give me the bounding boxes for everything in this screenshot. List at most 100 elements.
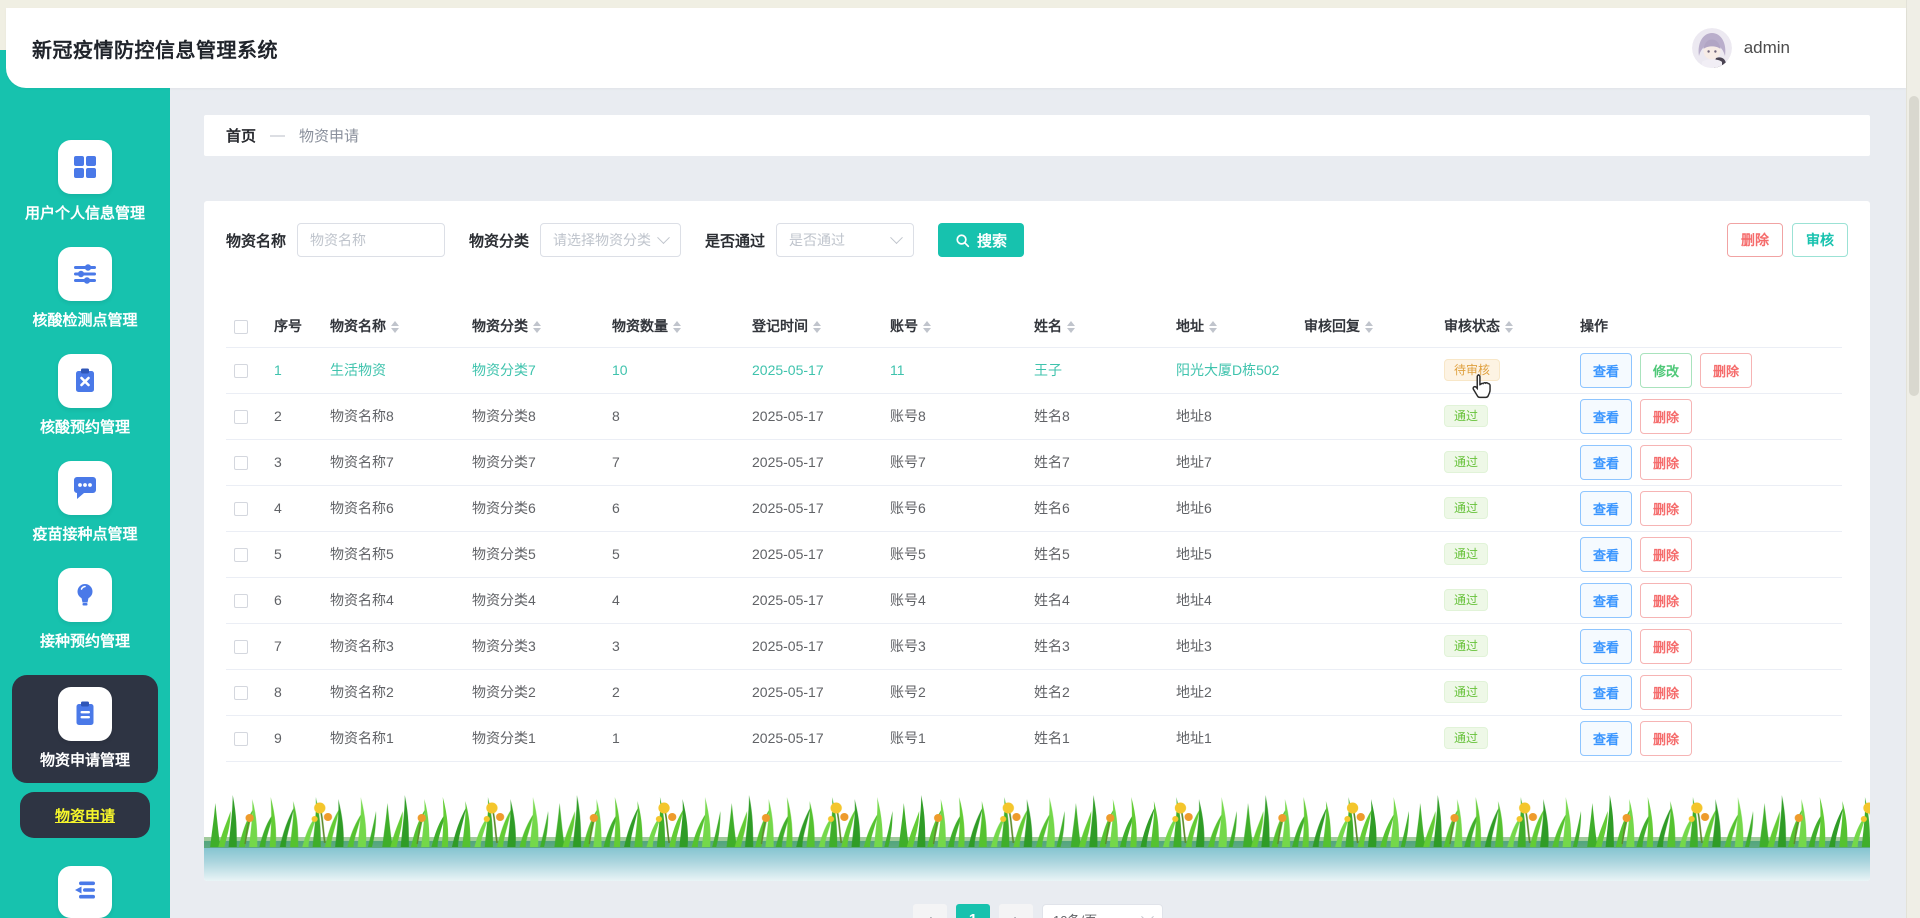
status-badge[interactable]: 通过 (1444, 589, 1489, 611)
user-area[interactable]: admin (1691, 28, 1790, 68)
row-checkbox[interactable] (234, 594, 248, 609)
sidebar-item-5[interactable]: 物资申请管理 (12, 675, 158, 783)
sidebar-item-4[interactable]: 接种预约管理 (12, 568, 158, 651)
cell-index: 8 (274, 684, 282, 700)
cell-date: 2025-05-17 (752, 684, 824, 700)
cell-reply (1296, 669, 1436, 715)
cell-reply (1296, 485, 1436, 531)
row-checkbox[interactable] (234, 732, 248, 747)
view-button[interactable]: 查看 (1580, 674, 1633, 710)
sort-carets-icon[interactable] (1365, 321, 1375, 334)
view-button[interactable]: 查看 (1580, 490, 1633, 526)
sort-carets-icon[interactable] (391, 321, 401, 334)
status-badge[interactable]: 通过 (1444, 497, 1489, 519)
view-button[interactable]: 查看 (1580, 582, 1633, 618)
bulk-delete-button[interactable]: 删除 (1727, 223, 1783, 257)
submenu-label: 物资申请 (54, 807, 115, 825)
view-button[interactable]: 查看 (1580, 628, 1633, 664)
category-select[interactable]: 请选择物资分类 (540, 223, 682, 257)
sort-carets-icon[interactable] (533, 321, 543, 334)
status-badge[interactable]: 通过 (1444, 543, 1489, 565)
view-button[interactable]: 查看 (1580, 720, 1633, 756)
filter-name-label: 物资名称 (226, 232, 287, 250)
delete-button[interactable]: 删除 (1640, 628, 1693, 664)
delete-button[interactable]: 删除 (1640, 398, 1693, 434)
view-button[interactable]: 查看 (1580, 536, 1633, 572)
cell-address: 地址2 (1176, 684, 1212, 700)
column-header[interactable]: 物资数量 (604, 305, 744, 347)
sidebar-item-0[interactable]: 用户个人信息管理 (12, 140, 158, 223)
pass-select[interactable]: 是否通过 (776, 223, 915, 257)
sort-carets-icon[interactable] (1209, 321, 1219, 334)
row-checkbox[interactable] (234, 548, 248, 563)
clipboard-x-icon (58, 354, 112, 408)
breadcrumb-home[interactable]: 首页 (226, 125, 256, 146)
view-button[interactable]: 查看 (1580, 444, 1633, 480)
supply-name-input[interactable]: 物资名称 (297, 223, 446, 257)
row-checkbox[interactable] (234, 502, 248, 517)
delete-button[interactable]: 删除 (1640, 582, 1693, 618)
sort-carets-icon[interactable] (673, 321, 683, 334)
avatar[interactable] (1691, 28, 1732, 68)
cell-address: 地址7 (1176, 454, 1212, 470)
column-header[interactable]: 审核回复 (1296, 305, 1436, 347)
row-checkbox[interactable] (234, 410, 248, 425)
pagination-page-1-button[interactable]: 1 (956, 904, 990, 918)
bulk-review-button[interactable]: 审核 (1792, 223, 1848, 257)
status-badge[interactable]: 通过 (1444, 727, 1489, 749)
pagination-prev-button[interactable]: ‹ (913, 904, 947, 918)
row-checkbox[interactable] (234, 456, 248, 471)
view-button[interactable]: 查看 (1580, 398, 1633, 434)
sidebar-item-label: 核酸检测点管理 (32, 312, 138, 329)
row-checkbox[interactable] (234, 686, 248, 701)
delete-button[interactable]: 删除 (1640, 490, 1693, 526)
status-badge[interactable]: 通过 (1444, 405, 1489, 427)
column-header: 序号 (266, 305, 322, 347)
page-size-select[interactable]: 10条/页 (1042, 904, 1163, 918)
select-all-checkbox[interactable] (234, 319, 248, 334)
sidebar-item-3[interactable]: 疫苗接种点管理 (12, 461, 158, 544)
cell-quantity: 1 (612, 730, 620, 746)
sidebar-item-label: 疫苗接种点管理 (32, 526, 138, 543)
cell-index: 3 (274, 454, 282, 470)
cell-account: 账号2 (890, 684, 926, 700)
view-button[interactable]: 查看 (1580, 352, 1633, 388)
delete-button[interactable]: 删除 (1640, 444, 1693, 480)
row-checkbox[interactable] (234, 640, 248, 655)
main-content: 首页 — 物资申请 物资名称 物资名称 物资分类 请选择物资分类 是否通过 是否… (170, 88, 1906, 918)
sort-carets-icon[interactable] (813, 321, 823, 334)
column-header[interactable]: 物资分类 (464, 305, 604, 347)
edit-button[interactable]: 修改 (1640, 352, 1693, 388)
collapse-sidebar-button[interactable] (58, 866, 112, 918)
cell-index: 5 (274, 546, 282, 562)
search-button[interactable]: 搜索 (938, 223, 1025, 257)
pagination-next-button[interactable]: › (999, 904, 1033, 918)
column-header-label: 物资分类 (472, 317, 528, 334)
delete-button[interactable]: 删除 (1640, 536, 1693, 572)
scrollbar-thumb[interactable] (1909, 96, 1919, 396)
delete-button[interactable]: 删除 (1700, 352, 1753, 388)
sliders-icon (58, 247, 112, 301)
sidebar-item-1[interactable]: 核酸检测点管理 (12, 247, 158, 330)
column-header[interactable]: 账号 (882, 305, 1026, 347)
window-scrollbar-track[interactable] (1906, 0, 1920, 918)
column-header[interactable]: 登记时间 (744, 305, 882, 347)
column-header[interactable]: 审核状态 (1436, 305, 1572, 347)
sort-carets-icon[interactable] (923, 321, 933, 334)
row-checkbox[interactable] (234, 364, 248, 379)
column-header[interactable]: 物资名称 (322, 305, 464, 347)
sort-carets-icon[interactable] (1067, 321, 1077, 334)
status-badge[interactable]: 通过 (1444, 635, 1489, 657)
status-badge[interactable]: 通过 (1444, 681, 1489, 703)
sidebar-submenu-supply-request[interactable]: 物资申请 (20, 792, 150, 839)
table-row: 8 物资名称2 物资分类2 2 2025-05-17 账号2 姓名2 地址2 通过 查看 删除 (226, 669, 1842, 715)
sort-carets-icon[interactable] (1505, 321, 1515, 334)
sidebar-item-2[interactable]: 核酸预约管理 (12, 354, 158, 437)
column-header[interactable]: 姓名 (1026, 305, 1168, 347)
column-header[interactable]: 地址 (1168, 305, 1296, 347)
cell-category: 物资分类7 (472, 454, 536, 470)
delete-button[interactable]: 删除 (1640, 674, 1693, 710)
status-badge[interactable]: 待审核 (1444, 359, 1501, 381)
status-badge[interactable]: 通过 (1444, 451, 1489, 473)
delete-button[interactable]: 删除 (1640, 720, 1693, 756)
